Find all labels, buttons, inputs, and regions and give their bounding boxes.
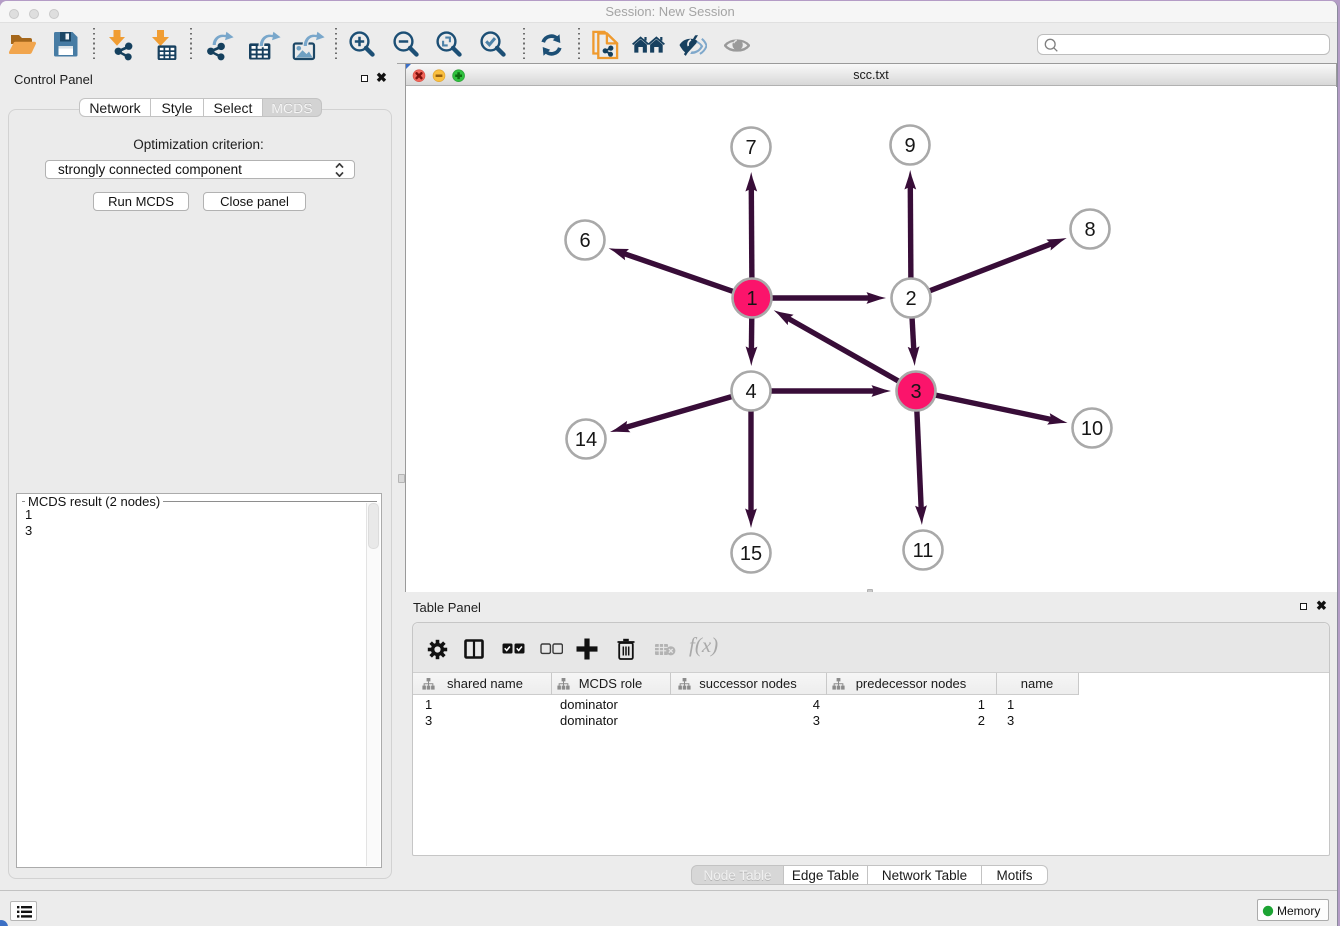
svg-text:7: 7 [745,137,756,159]
svg-text:9: 9 [904,135,915,157]
svg-text:8: 8 [1084,219,1095,241]
svg-text:11: 11 [913,540,934,562]
svg-text:15: 15 [740,543,762,565]
svg-text:2: 2 [905,288,916,310]
svg-text:3: 3 [910,381,921,403]
svg-text:6: 6 [579,230,590,252]
svg-text:1: 1 [746,288,757,310]
svg-text:4: 4 [745,381,756,403]
svg-text:10: 10 [1081,418,1103,440]
svg-text:14: 14 [575,429,597,451]
